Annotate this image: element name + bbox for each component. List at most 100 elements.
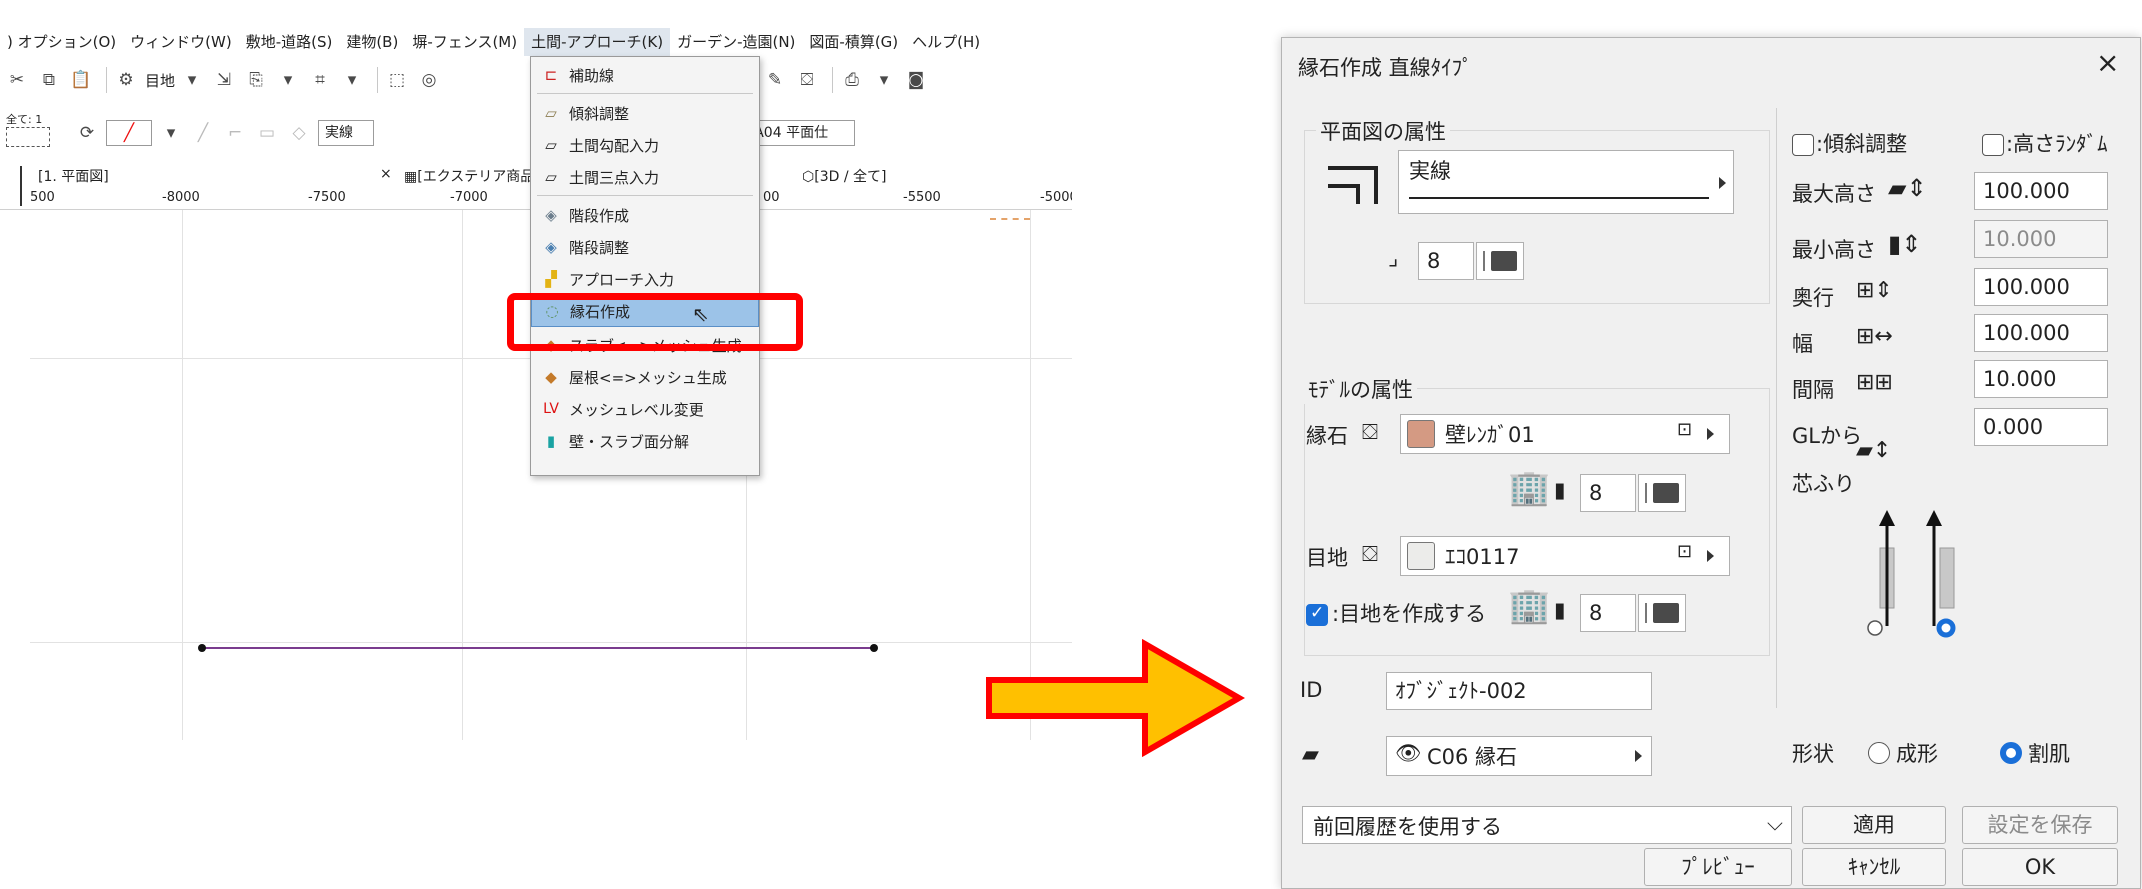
menu-item-mesh-level[interactable]: LV メッシュレベル変更 — [531, 393, 759, 425]
copy-icon[interactable]: ⧉ — [36, 67, 62, 93]
joint-material-select[interactable]: ｴｺ0117 ⊡ — [1400, 536, 1730, 576]
menu-window[interactable]: ウィンドウ(W) — [123, 28, 239, 56]
shape-split-radio[interactable] — [2000, 742, 2022, 764]
group-icon[interactable]: ⌗ — [307, 67, 333, 93]
chevron-down-icon[interactable]: ▾ — [158, 120, 184, 146]
menu-item-label: アプローチ入力 — [569, 270, 675, 289]
menu-item-wall-slab[interactable]: ▮ 壁・スラブ面分解 — [531, 425, 759, 457]
tab-plan[interactable]: [1. 平面図] — [38, 166, 109, 186]
save-settings-button[interactable]: 設定を保存 — [1962, 806, 2118, 844]
edit-icon[interactable]: ✎ — [762, 67, 788, 93]
print-icon[interactable]: ⎙ — [839, 67, 865, 93]
min-height-field[interactable]: 10.000 — [1974, 220, 2108, 258]
linetype-select[interactable]: 実線 — [1398, 150, 1734, 214]
menu-drawing[interactable]: 図面-積算(G) — [802, 28, 905, 56]
chevron-down-icon[interactable]: ▾ — [275, 67, 301, 93]
offset-diagram[interactable] — [1866, 508, 2016, 648]
id-label: ID — [1300, 678, 1323, 702]
rotated-rect-icon[interactable]: ◇ — [286, 120, 312, 146]
chevron-right-icon — [1635, 750, 1642, 762]
ruler-tick: 500 — [30, 190, 55, 205]
camera-icon[interactable]: ◙ — [903, 67, 929, 93]
dialog-divider — [1776, 108, 1777, 708]
min-height-icon: ▮⇕ — [1888, 230, 1922, 258]
menu-item-label: メッシュレベル変更 — [569, 400, 704, 419]
history-label: 前回履歴を使用する — [1313, 815, 1502, 839]
paint-icon[interactable]: ⛋ — [794, 67, 820, 93]
paste-icon[interactable]: 📋 — [68, 67, 94, 93]
menu-slab-approach[interactable]: 土間-アプローチ(K) — [524, 28, 671, 56]
tab-close-icon[interactable]: × — [380, 166, 392, 182]
pen-color-picker[interactable] — [1638, 474, 1686, 512]
joint-checkbox[interactable] — [1306, 603, 1328, 626]
pen-color-picker[interactable] — [1476, 242, 1524, 280]
chevron-down-icon[interactable]: ▾ — [339, 67, 365, 93]
pen-icon: ▮ — [1554, 598, 1566, 622]
menu-options[interactable]: ) オプション(O) — [0, 28, 123, 56]
eye-icon[interactable]: ◎ — [416, 67, 442, 93]
ok-button[interactable]: OK — [1962, 848, 2118, 886]
menu-item-roof-mesh[interactable]: ◆ 屋根<=>メッシュ生成 — [531, 361, 759, 393]
tab-exterior[interactable]: ▦[エクステリア商品 — [404, 166, 534, 186]
id-field[interactable]: ｵﾌﾞｼﾞｪｸﾄ-002 — [1386, 672, 1652, 710]
slope-checkbox[interactable] — [1792, 134, 1814, 156]
chevron-down-icon[interactable]: ▾ — [179, 67, 205, 93]
history-select[interactable]: 前回履歴を使用する ⌵ — [1302, 806, 1792, 844]
depth-label: 奥行 — [1792, 286, 1834, 310]
joint-label: 目地 — [1306, 546, 1348, 570]
depth-field[interactable]: 100.000 — [1974, 268, 2108, 306]
select-icon[interactable]: ⬚ — [384, 67, 410, 93]
menu-item-guide-line[interactable]: ⊏ 補助線 — [531, 59, 759, 91]
menu-item-approach[interactable]: ▞ アプローチ入力 — [531, 263, 759, 295]
gravity-icon[interactable]: ⟳ — [74, 120, 100, 146]
pen-divider — [1645, 483, 1647, 503]
random-height-checkbox[interactable] — [1982, 134, 2004, 156]
close-icon[interactable]: × — [2096, 46, 2119, 79]
layer-label: C06 縁石 — [1427, 745, 1518, 769]
shape-formed-radio[interactable] — [1868, 742, 1890, 764]
menu-fence[interactable]: 塀-フェンス(M) — [405, 28, 524, 56]
layer-select[interactable]: 👁 C06 縁石 — [1386, 736, 1652, 776]
layer-icon[interactable]: ⎘ — [243, 67, 269, 93]
chevron-right-icon — [1707, 428, 1714, 440]
diagonal-icon[interactable]: ╱ — [190, 120, 216, 146]
cancel-button[interactable]: ｷｬﾝｾﾙ — [1802, 848, 1946, 886]
width-icon: ⊞↔ — [1856, 324, 1893, 349]
cube-icon: ⬡ — [802, 169, 815, 185]
curb-material-select[interactable]: 壁ﾚﾝｶﾞ01 ⊡ — [1400, 414, 1730, 454]
gl-label: GLから — [1792, 424, 1862, 448]
menu-item-stair-adjust[interactable]: ◈ 階段調整 — [531, 231, 759, 263]
max-height-field[interactable]: 100.000 — [1974, 172, 2108, 210]
menu-item-three-point[interactable]: ▱ 土間三点入力 — [531, 161, 759, 193]
menu-item-stair-create[interactable]: ◈ 階段作成 — [531, 199, 759, 231]
spacing-field[interactable]: 10.000 — [1974, 360, 2108, 398]
pen-number-field[interactable]: 8 — [1418, 242, 1474, 280]
polyline-icon[interactable]: ⌐ — [222, 120, 248, 146]
cut-icon[interactable]: ✂ — [4, 67, 30, 93]
menu-item-slab-slope[interactable]: ▱ 土間勾配入力 — [531, 129, 759, 161]
width-field[interactable]: 100.000 — [1974, 314, 2108, 352]
selection-box[interactable]: 全て: 1 — [4, 111, 74, 155]
menu-item-slope-adjust[interactable]: ▱ 傾斜調整 — [531, 97, 759, 129]
pen-icon: ▮ — [1554, 478, 1566, 502]
menu-help[interactable]: ヘルプ(H) — [905, 28, 987, 56]
min-height-label: 最小高さ — [1792, 238, 1876, 262]
menu-site-road[interactable]: 敷地-道路(S) — [239, 28, 340, 56]
linetype-select[interactable]: 実線 — [318, 120, 374, 146]
pen-number-field[interactable]: 8 — [1580, 474, 1636, 512]
offset-label: 芯ふり — [1792, 472, 1855, 496]
chevron-down-icon[interactable]: ▾ — [871, 67, 897, 93]
preview-button[interactable]: ﾌﾟﾚﾋﾞｭｰ — [1644, 848, 1792, 886]
joint-tool-icon[interactable]: ⚙ — [113, 67, 139, 93]
apply-button[interactable]: 適用 — [1802, 806, 1946, 844]
tab-3d[interactable]: ⬡[3D / 全て] — [802, 166, 886, 186]
menu-garden[interactable]: ガーデン-造園(N) — [670, 28, 802, 56]
curb-material-label: 壁ﾚﾝｶﾞ01 — [1445, 423, 1535, 447]
line-tool-icon[interactable]: ╱ — [106, 120, 152, 146]
rectangle-icon[interactable]: ▭ — [254, 120, 280, 146]
transform-icon[interactable]: ⇲ — [211, 67, 237, 93]
pen-number-field[interactable]: 8 — [1580, 594, 1636, 632]
menu-building[interactable]: 建物(B) — [339, 28, 405, 56]
gl-field[interactable]: 0.000 — [1974, 408, 2108, 446]
pen-color-picker[interactable] — [1638, 594, 1686, 632]
